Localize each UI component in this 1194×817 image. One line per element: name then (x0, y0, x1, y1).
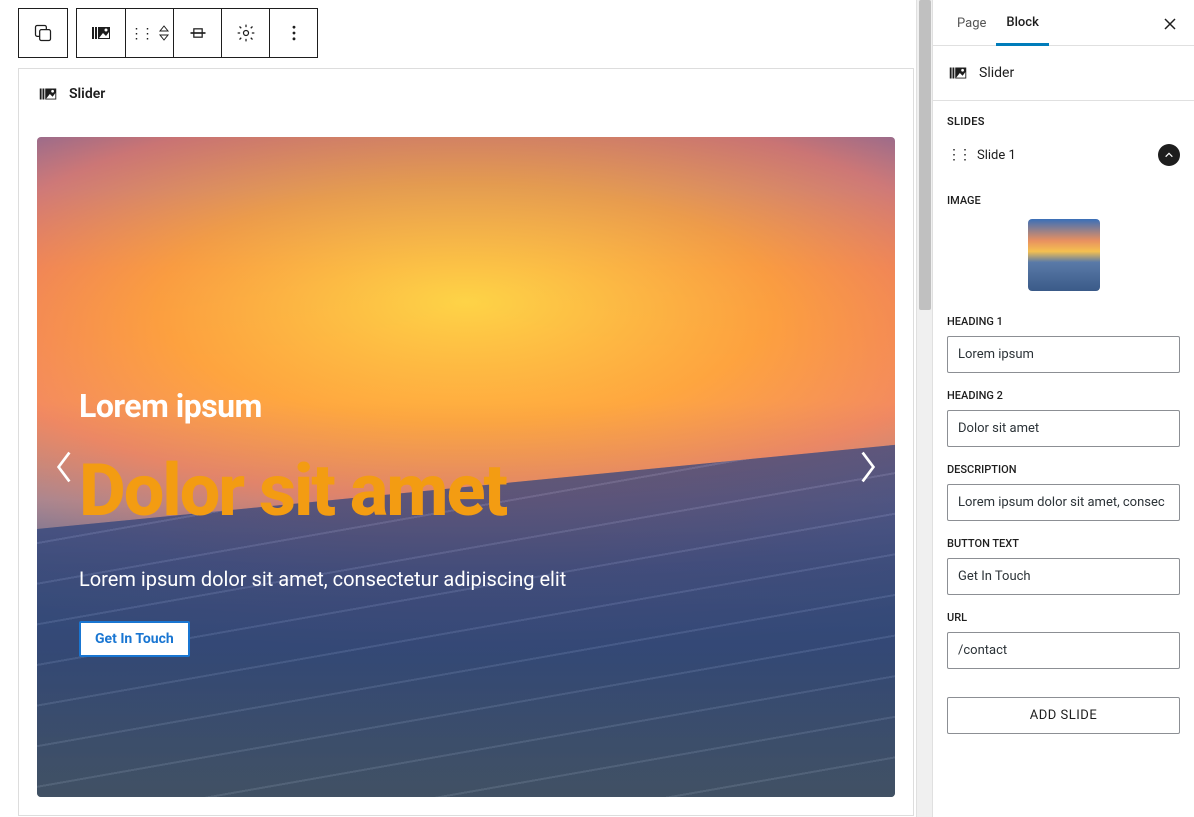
block-type-button[interactable] (77, 9, 125, 57)
editor-scrollbar[interactable] (916, 0, 932, 817)
block-toolbar (18, 8, 318, 58)
heading2-field: HEADING 2 (933, 381, 1194, 455)
slide-content: Lorem ipsum Dolor sit amet Lorem ipsum d… (79, 137, 853, 797)
heading1-field: HEADING 1 (933, 307, 1194, 381)
slider-icon (89, 21, 113, 45)
sidebar-tabs: Page Block (933, 0, 1194, 46)
sidebar-block-name: Slider (979, 65, 1014, 81)
slider-icon (947, 62, 969, 84)
slide-cta-button[interactable]: Get In Touch (79, 621, 190, 657)
description-input[interactable] (947, 484, 1180, 521)
slide-heading-2[interactable]: Dolor sit amet (79, 455, 853, 527)
slider-block[interactable]: Slider Lorem ipsum Dolor sit amet Lorem … (18, 68, 914, 816)
tab-block[interactable]: Block (996, 1, 1048, 46)
slider-preview: Lorem ipsum Dolor sit amet Lorem ipsum d… (37, 137, 895, 797)
prev-slide-button[interactable] (43, 439, 85, 495)
chevron-right-icon (857, 449, 879, 485)
image-field: IMAGE (933, 186, 1194, 307)
drag-icon (130, 25, 152, 42)
url-field: URL (933, 603, 1194, 677)
block-title: Slider (69, 86, 105, 102)
image-thumbnail[interactable] (1028, 219, 1100, 291)
add-slide-button[interactable]: ADD SLIDE (947, 697, 1180, 734)
url-label: URL (947, 611, 1180, 624)
slide-item-row[interactable]: Slide 1 (947, 138, 1180, 172)
move-updown-icon (158, 23, 170, 43)
align-icon (188, 23, 208, 43)
description-label: DESCRIPTION (947, 463, 1180, 476)
button-text-label: BUTTON TEXT (947, 537, 1180, 550)
chevron-left-icon (53, 449, 75, 485)
button-text-field: BUTTON TEXT (933, 529, 1194, 603)
editor-canvas: Slider Lorem ipsum Dolor sit amet Lorem … (0, 0, 932, 817)
block-header: Slider (19, 69, 913, 119)
more-options-button[interactable] (269, 9, 317, 57)
close-sidebar-button[interactable] (1158, 12, 1182, 36)
drag-handle-button[interactable] (125, 9, 173, 57)
slide-item-label: Slide 1 (977, 148, 1016, 163)
heading1-label: HEADING 1 (947, 315, 1180, 328)
slide-description[interactable]: Lorem ipsum dolor sit amet, consectetur … (79, 567, 853, 591)
drag-icon[interactable] (947, 147, 969, 163)
next-slide-button[interactable] (847, 439, 889, 495)
image-label: IMAGE (947, 194, 1180, 207)
scrollbar-thumb[interactable] (919, 0, 931, 310)
stack-icon (33, 23, 53, 43)
slides-section: SLIDES Slide 1 (933, 101, 1194, 186)
kebab-icon (284, 23, 304, 43)
heading2-label: HEADING 2 (947, 389, 1180, 402)
settings-button[interactable] (221, 9, 269, 57)
heading1-input[interactable] (947, 336, 1180, 373)
align-button[interactable] (173, 9, 221, 57)
collapse-slide-button[interactable] (1158, 144, 1180, 166)
close-icon (1162, 16, 1178, 32)
slide-heading-1[interactable]: Lorem ipsum (79, 387, 853, 425)
sidebar-block-header: Slider (933, 46, 1194, 101)
tab-page[interactable]: Page (947, 2, 996, 44)
slider-icon (37, 83, 59, 105)
select-parent-button[interactable] (19, 9, 67, 57)
description-field: DESCRIPTION (933, 455, 1194, 529)
settings-sidebar: Page Block Slider SLIDES Slide 1 IMAGE H… (932, 0, 1194, 817)
chevron-up-icon (1164, 150, 1174, 160)
gear-icon (236, 23, 256, 43)
slides-label: SLIDES (947, 115, 1180, 128)
url-input[interactable] (947, 632, 1180, 669)
heading2-input[interactable] (947, 410, 1180, 447)
button-text-input[interactable] (947, 558, 1180, 595)
